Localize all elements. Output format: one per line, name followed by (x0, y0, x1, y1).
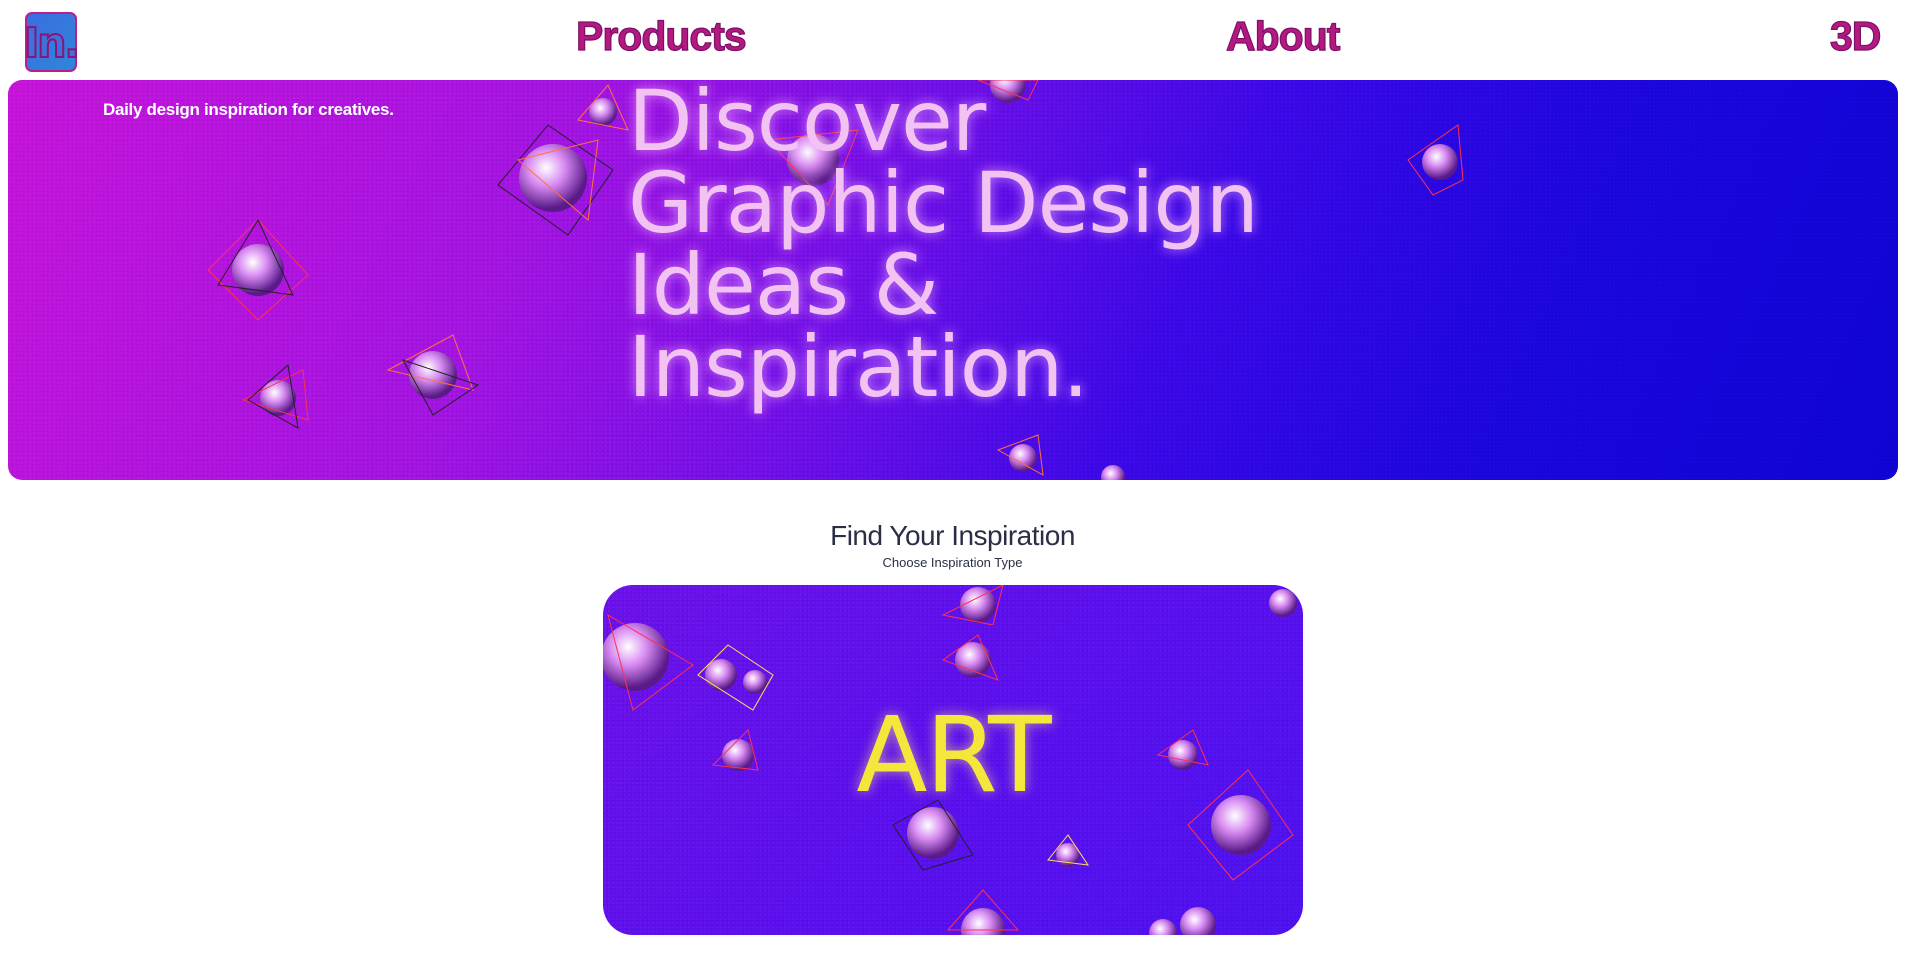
hero-headline-line: Ideas & (628, 236, 939, 334)
hero-banner: Daily design inspiration for creatives. … (8, 80, 1898, 480)
sphere-pyramid-icon (946, 889, 1020, 935)
sphere-pyramid-icon (1047, 834, 1090, 867)
hero-headline-line: Discover (628, 80, 986, 170)
logo[interactable]: In. (23, 12, 81, 72)
hero-headline-line: Inspiration. (628, 318, 1089, 416)
sphere-pyramid-icon (1269, 589, 1297, 617)
logo-text: In. (23, 18, 81, 67)
hero-headline: Discover Graphic Design Ideas & Inspirat… (628, 80, 1528, 416)
sphere-pyramid-icon (241, 364, 309, 429)
top-navigation: In. Products About 3D (0, 0, 1905, 79)
sphere-pyramid-icon (996, 434, 1044, 476)
hero-tagline: Daily design inspiration for creatives. (103, 100, 394, 119)
nav-link-products[interactable]: Products (575, 13, 747, 59)
sphere-pyramid-icon (941, 634, 999, 681)
sphere-pyramid-icon (941, 585, 1004, 625)
inspiration-card-art[interactable]: ART (603, 585, 1303, 935)
sphere-pyramid-icon (386, 334, 480, 416)
section-subtitle: Choose Inspiration Type (882, 555, 1023, 570)
sphere-pyramid-icon (1101, 465, 1125, 480)
hero-headline-line: Graphic Design (628, 154, 1259, 252)
section-title: Find Your Inspiration (830, 520, 1075, 551)
sphere-pyramid-icon (1149, 907, 1216, 935)
card-label: ART (856, 694, 1051, 816)
sphere-pyramid-icon (207, 218, 309, 321)
nav-link-3d[interactable]: 3D (1829, 13, 1882, 59)
nav-link-about[interactable]: About (1225, 13, 1341, 59)
